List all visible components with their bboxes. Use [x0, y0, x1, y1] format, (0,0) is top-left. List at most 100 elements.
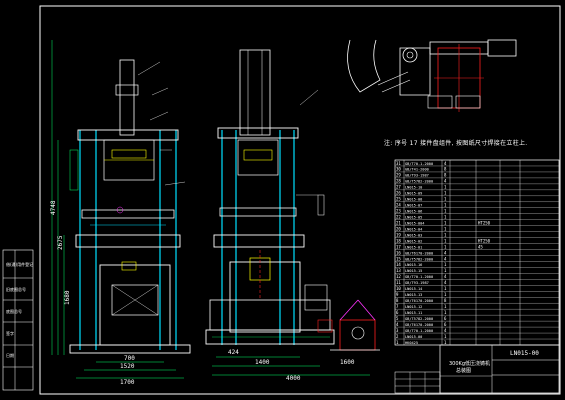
bom-row-no: 9 [396, 292, 399, 297]
bom-row-code: GB/T70.1-2000 [405, 329, 433, 333]
bom-table: 31 GB/T70.1-2000 430 GB/T41-2000 829 GB/T93-1… [394, 159, 560, 346]
bom-row-no: 17 [396, 244, 401, 249]
bom-row-code: LN015-14 [405, 287, 422, 291]
bom-row-no: 18 [396, 238, 401, 243]
bom-row-no: 8 [396, 298, 399, 303]
bom-row-material: HT250 [478, 220, 491, 225]
bom-row-qty: 1 [444, 244, 447, 249]
side-label-1: 借(通)用件登记 [6, 262, 34, 267]
bom-row-code: GB/T70.1-2000 [405, 275, 433, 279]
bom-row-code: GB/T41-2000 [405, 168, 429, 172]
bom-row-qty: 1 [444, 310, 447, 315]
left-side-strip [2, 249, 34, 391]
bom-row-no: 23 [396, 209, 401, 214]
bom-row-no: 1 [396, 340, 399, 345]
bom-row-code: LN015-004 [405, 221, 424, 225]
bom-row-qty: 1 [444, 304, 447, 309]
bom-row-no: 14 [396, 262, 401, 267]
bom-row-qty: 1 [444, 226, 447, 231]
bom-row-code: LN015-00 [405, 335, 422, 339]
bom-row-qty: 6 [444, 322, 447, 327]
bom-row-qty: 4 [444, 256, 447, 261]
bom-row-code: LN015-07 [405, 204, 422, 208]
bom-row-qty: 4 [444, 161, 447, 166]
bom-row-no: 26 [396, 191, 401, 196]
bom-row-qty: 1 [444, 203, 447, 208]
bom-row-qty: 8 [444, 167, 447, 172]
side-dimensions: 424 1400 4000 1600 [212, 349, 370, 382]
bom-row-qty: 4 [444, 274, 447, 279]
assembly-note: 注: 序号 17 接件盘组件, 按图纸尺寸焊接在立柱上. [384, 140, 528, 147]
side-label-3: 底图总号 [6, 309, 22, 314]
bom-row-qty: 1 [444, 232, 447, 237]
bom-row-qty: 6 [444, 316, 447, 321]
bom-row-qty: 1 [444, 292, 447, 297]
bom-row-no: 5 [396, 316, 399, 321]
bom-row-qty: 1 [444, 209, 447, 214]
bom-row-code: LN015-08 [405, 198, 422, 202]
dim-424: 424 [228, 349, 239, 356]
bom-row-code: GB/T5782-2000 [405, 180, 433, 184]
dim-width-1520: 1520 [120, 363, 135, 370]
bom-row-qty: 8 [444, 298, 447, 303]
side-label-4: 签字 [6, 331, 14, 336]
bom-row-qty: 1 [444, 262, 447, 267]
bom-row-no: 11 [396, 280, 401, 285]
bom-row-qty: 1 [444, 220, 447, 225]
bom-row-no: 21 [396, 220, 401, 225]
side-view [205, 49, 335, 345]
bom-row-code: GB/T93-1987 [405, 174, 429, 178]
bom-row-no: 4 [396, 322, 399, 327]
detail-view [347, 39, 517, 112]
bom-row-no: 12 [396, 274, 401, 279]
drawing-number: LN015-00 [510, 350, 539, 357]
bom-row-no: 19 [396, 232, 401, 237]
side-label-2: 旧底图总号 [6, 287, 26, 292]
bom-row-no: 30 [396, 167, 401, 172]
bom-row-code: LN015-03 [405, 233, 422, 237]
bom-row-code: GB/T5782-2000 [405, 257, 433, 261]
bom-row-material: 45 [478, 244, 483, 249]
bom-row-code: GB/T6170-2000 [405, 299, 433, 303]
bom-row-qty: 4 [444, 280, 447, 285]
bom-row-qty: 1 [444, 185, 447, 190]
side-label-5: 日期 [6, 353, 14, 358]
bom-row-no: 27 [396, 185, 401, 190]
bom-row-no: 28 [396, 179, 401, 184]
bom-row-no: 10 [396, 286, 401, 291]
bom-row-qty: 1 [444, 340, 447, 345]
bom-row-code: GB/T70.1-2000 [405, 162, 433, 166]
bom-row-code: GB/T93-1987 [405, 281, 429, 285]
bom-row-code: LN015-01 [405, 245, 422, 249]
bom-row-code: LN015-10 [405, 186, 422, 190]
bom-row-code: LN015-02 [405, 239, 422, 243]
front-view [69, 59, 191, 354]
bom-row-no: 20 [396, 226, 401, 231]
cad-drawing-sheet: 4748 2675 1680 700 1520 1700 424 1400 40… [2, 5, 561, 395]
dim-width-1600: 1600 [340, 359, 355, 366]
bom-row-no: 7 [396, 304, 399, 309]
bom-row-qty: 1 [444, 286, 447, 291]
ladle-unit [330, 299, 380, 351]
bom-row-code: LN015-11 [405, 311, 422, 315]
bom-row-qty: 4 [444, 179, 447, 184]
title-block: 300Kg低压浇铸机 总装图 LN015-00 [439, 344, 560, 394]
bom-row-code: LN015-06 [405, 210, 422, 214]
bom-row-material: HT250 [478, 238, 491, 243]
bom-row-qty: 4 [444, 328, 447, 333]
bom-row-no: 22 [396, 214, 401, 219]
sheet-border [39, 5, 561, 395]
bom-row-code: LN015-04 [405, 227, 422, 231]
bom-row-no: 24 [396, 203, 401, 208]
dim-width-1700: 1700 [120, 379, 135, 386]
bom-row-code: GB/T5782-2000 [405, 317, 433, 321]
dim-height-low: 1680 [64, 290, 71, 305]
dim-height-mid: 2675 [57, 235, 64, 250]
bom-row-qty: 4 [444, 250, 447, 255]
bom-row-no: 16 [396, 250, 401, 255]
bom-row-no: 2 [396, 334, 399, 339]
bom-row-qty: 1 [444, 191, 447, 196]
bom-row-code: LN015-15 [405, 269, 422, 273]
bom-row-no: 29 [396, 173, 401, 178]
bom-row-no: 6 [396, 310, 399, 315]
